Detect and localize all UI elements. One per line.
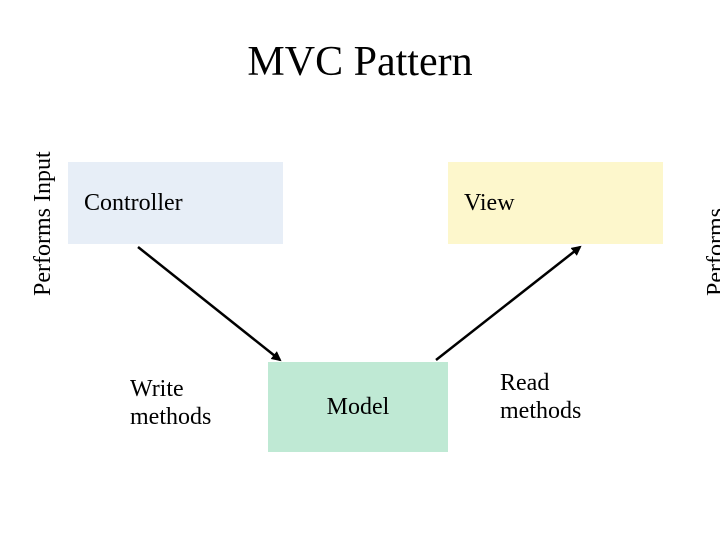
- arrow-controller-to-model: [138, 247, 280, 360]
- read-methods-label: Read methods: [500, 370, 620, 425]
- arrow-model-to-view: [436, 247, 580, 360]
- model-label: Model: [327, 394, 390, 421]
- view-box: View: [448, 162, 663, 244]
- view-label: View: [464, 190, 515, 217]
- performs-output-label: Performs Output: [703, 208, 720, 296]
- controller-label: Controller: [84, 190, 183, 217]
- model-box: Model: [268, 362, 448, 452]
- write-methods-label: Write methods: [130, 376, 250, 431]
- diagram-stage: MVC Pattern Controller View Model Write …: [0, 0, 720, 540]
- performs-input-label: Performs Input: [30, 151, 57, 296]
- page-title: MVC Pattern: [0, 38, 720, 86]
- controller-box: Controller: [68, 162, 283, 244]
